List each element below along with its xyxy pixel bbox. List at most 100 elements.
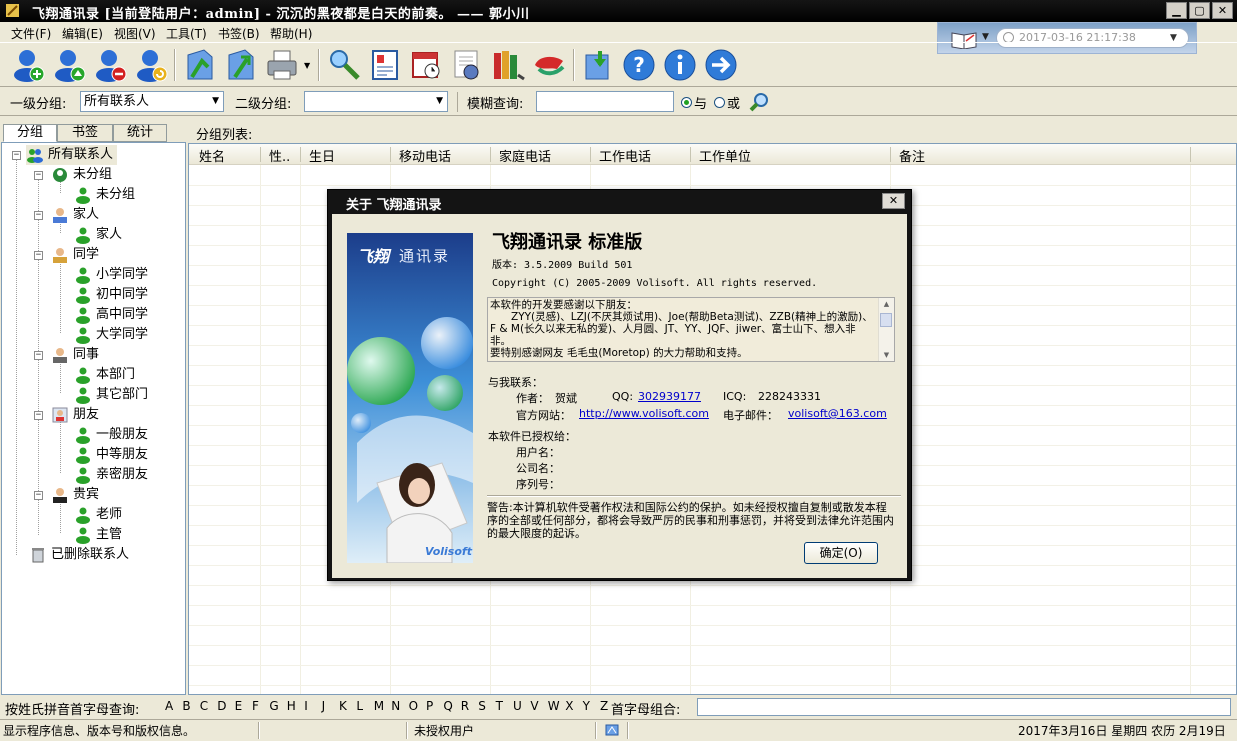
menu-help[interactable]: 帮助(H) [270, 25, 312, 42]
tree-group-ungrouped[interactable]: 未分组 [51, 165, 112, 185]
letter-button[interactable]: W [548, 699, 560, 713]
letter-button[interactable]: J [322, 699, 326, 713]
letter-button[interactable]: X [565, 699, 573, 713]
help-icon[interactable]: ? [621, 47, 657, 83]
import-icon[interactable] [182, 47, 218, 83]
info-icon[interactable] [662, 47, 698, 83]
tree-subgroup-general-friends[interactable]: 一般朋友 [74, 425, 148, 445]
collapse-toggle[interactable]: − [34, 211, 43, 220]
add-contact-icon[interactable] [10, 47, 46, 83]
column-header[interactable]: 姓名 [199, 146, 225, 165]
chevron-down-icon[interactable]: ▼ [304, 61, 310, 70]
website-link[interactable]: http://www.volisoft.com [579, 407, 709, 420]
maximize-button[interactable]: ▢ [1189, 2, 1210, 19]
menu-edit[interactable]: 编辑(E) [62, 25, 103, 42]
search-icon[interactable] [749, 91, 771, 113]
letter-button[interactable]: D [217, 699, 226, 713]
letter-button[interactable]: R [461, 699, 469, 713]
letter-button[interactable]: I [304, 699, 308, 713]
ok-button[interactable]: 确定(O) [804, 542, 878, 564]
column-header[interactable]: 性.. [269, 146, 290, 165]
tree-group-vip[interactable]: 贵宾 [51, 485, 99, 505]
thanks-textbox[interactable]: 本软件的开发要感谢以下朋友： ZYY(灵感)、LZJ(不厌其烦试用)、Joe(帮… [487, 297, 895, 362]
dialog-close-button[interactable]: ✕ [882, 193, 905, 209]
tree-subgroup-family[interactable]: 家人 [74, 225, 122, 245]
tree-subgroup-close-friends[interactable]: 亲密朋友 [74, 465, 148, 485]
tree-subgroup-medium-friends[interactable]: 中等朋友 [74, 445, 148, 465]
column-header[interactable]: 备注 [899, 146, 925, 165]
tree-subgroup-junior[interactable]: 初中同学 [74, 285, 148, 305]
tree-item-deleted[interactable]: 已删除联系人 [29, 545, 129, 565]
letter-button[interactable]: G [269, 699, 278, 713]
tree-group-friends[interactable]: 朋友 [51, 405, 99, 425]
collapse-toggle[interactable]: − [34, 171, 43, 180]
letter-button[interactable]: H [287, 699, 296, 713]
menu-file[interactable]: 文件(F) [11, 25, 51, 42]
tree-group-colleagues[interactable]: 同事 [51, 345, 99, 365]
letter-button[interactable]: Y [583, 699, 590, 713]
exit-arrow-icon[interactable] [703, 47, 739, 83]
notes-icon[interactable] [449, 47, 485, 83]
tab-bookmarks[interactable]: 书签 [57, 124, 113, 142]
chevron-down-icon[interactable]: ▼ [982, 32, 989, 42]
tree-subgroup-other-dept[interactable]: 其它部门 [74, 385, 148, 405]
calendar-icon[interactable] [408, 47, 444, 83]
column-header[interactable]: 工作电话 [599, 146, 651, 165]
letter-button[interactable]: B [182, 699, 190, 713]
tree-group-classmates[interactable]: 同学 [51, 245, 99, 265]
or-radio[interactable] [714, 97, 725, 108]
letter-button[interactable]: U [513, 699, 522, 713]
letter-button[interactable]: M [374, 699, 384, 713]
letter-button[interactable]: A [165, 699, 173, 713]
export-icon[interactable] [223, 47, 259, 83]
update-icon[interactable] [580, 47, 616, 83]
qq-link[interactable]: 302939177 [638, 390, 701, 403]
tree-subgroup-university[interactable]: 大学同学 [74, 325, 148, 345]
email-link[interactable]: volisoft@163.com [788, 407, 887, 420]
minimize-button[interactable]: ▁ [1166, 2, 1187, 19]
edit-contact-icon[interactable] [51, 47, 87, 83]
menu-tools[interactable]: 工具(T) [166, 25, 207, 42]
column-header[interactable]: 家庭电话 [499, 146, 551, 165]
collapse-toggle[interactable]: − [34, 351, 43, 360]
close-button[interactable]: ✕ [1212, 2, 1233, 19]
letter-button[interactable]: L [356, 699, 363, 713]
tab-statistics[interactable]: 统计 [113, 124, 167, 142]
collapse-toggle[interactable]: − [12, 151, 21, 160]
letter-button[interactable]: T [496, 699, 503, 713]
collapse-toggle[interactable]: − [34, 251, 43, 260]
chevron-down-icon[interactable]: ▼ [212, 92, 219, 111]
tree-item-root[interactable]: 所有联系人 [26, 145, 118, 165]
letter-button[interactable]: S [478, 699, 486, 713]
find-contact-icon[interactable] [326, 47, 362, 83]
letter-button[interactable]: E [235, 699, 243, 713]
vertical-scrollbar[interactable]: ▲ ▼ [878, 298, 894, 361]
column-header[interactable]: 工作单位 [699, 146, 751, 165]
tab-groups[interactable]: 分组 [3, 124, 57, 142]
delete-contact-icon[interactable] [92, 47, 128, 83]
tree-subgroup-ungrouped[interactable]: 未分组 [74, 185, 135, 205]
letter-button[interactable]: K [339, 699, 347, 713]
collapse-toggle[interactable]: − [34, 491, 43, 500]
letter-button[interactable]: Z [600, 699, 608, 713]
letter-button[interactable]: F [252, 699, 259, 713]
group1-select[interactable]: 所有联系人 ▼ [80, 91, 224, 112]
search-input[interactable] [536, 91, 674, 112]
move-contact-icon[interactable] [133, 47, 169, 83]
letter-combo-input[interactable] [697, 698, 1231, 716]
menu-view[interactable]: 视图(V) [114, 25, 156, 42]
tree-subgroup-senior[interactable]: 高中同学 [74, 305, 148, 325]
letter-button[interactable]: V [530, 699, 538, 713]
tree-subgroup-supervisors[interactable]: 主管 [74, 525, 122, 545]
letter-button[interactable]: N [391, 699, 400, 713]
tree-subgroup-primary[interactable]: 小学同学 [74, 265, 148, 285]
messages-icon[interactable] [531, 47, 567, 83]
books-icon[interactable] [490, 47, 526, 83]
and-radio[interactable] [681, 97, 692, 108]
column-header[interactable]: 生日 [309, 146, 335, 165]
collapse-toggle[interactable]: − [34, 411, 43, 420]
chevron-down-icon[interactable]: ▼ [436, 92, 443, 111]
tree-group-family[interactable]: 家人 [51, 205, 99, 225]
tree-subgroup-department[interactable]: 本部门 [74, 365, 135, 385]
letter-button[interactable]: P [426, 699, 433, 713]
